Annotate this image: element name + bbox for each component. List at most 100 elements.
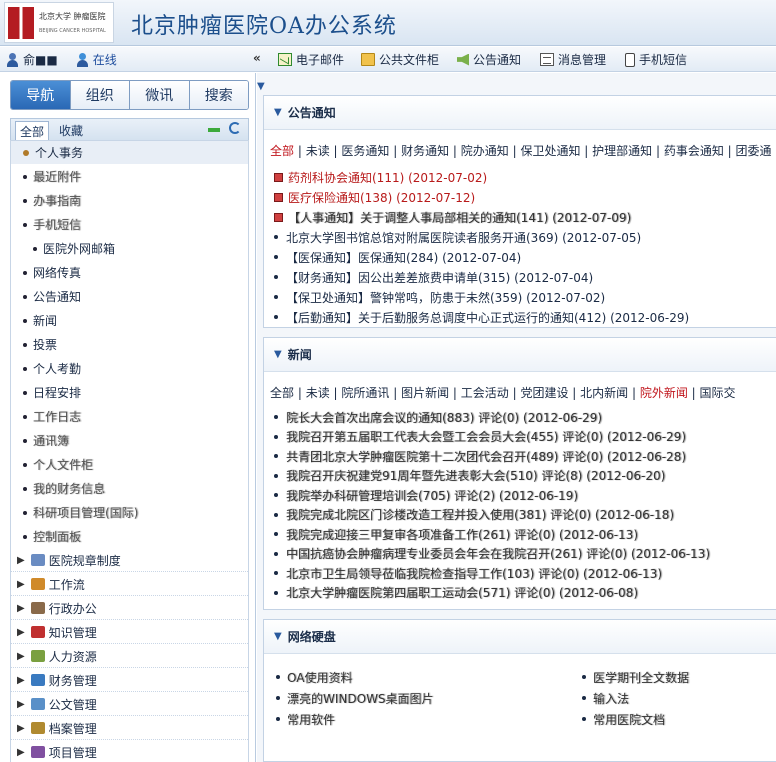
sidebar-item[interactable]: 个人文件柜	[11, 453, 248, 476]
subtab-all[interactable]: 全部	[15, 121, 50, 141]
sidebar-item[interactable]: 医院外网邮箱	[11, 237, 248, 260]
category-link[interactable]: 护理部通知	[592, 144, 652, 158]
online-status[interactable]: 在线	[93, 51, 117, 68]
user-name[interactable]: 俞■■	[23, 51, 58, 68]
collapse-triangle-icon[interactable]: ▼	[274, 107, 282, 118]
tab-micro-message[interactable]: 微讯	[130, 81, 190, 109]
sidebar-item[interactable]: 工作日志	[11, 405, 248, 428]
news-item[interactable]: 我院完成北院区门诊楼改造工程并投入使用(381) 评论(0) (2012-06-…	[274, 506, 769, 524]
sidebar-item[interactable]: ▶ 项目管理	[11, 741, 248, 762]
category-link[interactable]: 未读	[306, 144, 330, 158]
news-panel-header[interactable]: ▼ 新闻	[264, 338, 776, 372]
notice-item[interactable]: 【医保通知】医保通知(284) (2012-07-04)	[274, 248, 769, 266]
refresh-icon[interactable]	[229, 122, 241, 134]
expand-arrow-icon[interactable]: ▶	[17, 747, 25, 758]
sidebar-item[interactable]: 网络传真	[11, 261, 248, 284]
expand-arrow-icon[interactable]: ▶	[17, 723, 25, 734]
news-item[interactable]: 北京市卫生局领导莅临我院检查指导工作(103) 评论(0) (2012-06-1…	[274, 564, 769, 582]
toolbar-sms[interactable]: 手机短信	[625, 51, 687, 68]
news-item[interactable]: 我院召开第五届职工代表大会暨工会会员大会(455) 评论(0) (2012-06…	[274, 428, 769, 446]
category-link[interactable]: 党团建设	[520, 386, 568, 400]
sidebar-item[interactable]: 新闻	[11, 309, 248, 332]
category-link[interactable]: 未读	[306, 386, 330, 400]
category-link[interactable]: 图片新闻	[401, 386, 449, 400]
collapse-triangle-icon[interactable]: ▼	[274, 631, 282, 642]
notice-item[interactable]: 【人事通知】关于调整人事局部相关的通知(141) (2012-07-09)	[274, 208, 769, 226]
tab-organization[interactable]: 组织	[70, 81, 130, 109]
news-item[interactable]: 共青团北京大学肿瘤医院第十二次团代会召开(489) 评论(0) (2012-06…	[274, 447, 769, 465]
news-item[interactable]: 中国抗癌协会肿瘤病理专业委员会年会在我院召开(261) 评论(0) (2012-…	[274, 545, 769, 563]
expand-arrow-icon[interactable]: ▶	[17, 603, 25, 614]
notices-panel-header[interactable]: ▼ 公告通知	[264, 96, 776, 130]
news-item[interactable]: 我院完成迎接三甲复审各项准备工作(261) 评论(0) (2012-06-13)	[274, 525, 769, 543]
notice-item[interactable]: 医疗保险通知(138) (2012-07-12)	[274, 188, 769, 206]
toolbar-public-files[interactable]: 公共文件柜	[361, 51, 439, 68]
sidebar-item[interactable]: 通讯簿	[11, 429, 248, 452]
network-drive-item[interactable]: 输入法	[582, 689, 629, 707]
sidebar-item[interactable]: 控制面板	[11, 525, 248, 548]
news-item[interactable]: 院长大会首次出席会议的通知(883) 评论(0) (2012-06-29)	[274, 408, 769, 426]
sidebar-item[interactable]: 最近附件	[11, 165, 248, 188]
tab-navigation[interactable]: 导航	[11, 81, 71, 109]
sidebar-item[interactable]: 科研项目管理(国际)	[11, 501, 248, 524]
network-drive-item[interactable]: 医学期刊全文数据	[582, 668, 689, 686]
sidebar-item[interactable]: ▶ 医院规章制度	[11, 549, 248, 572]
network-drive-item[interactable]: OA使用资料	[276, 668, 352, 686]
expand-arrow-icon[interactable]: ▶	[17, 675, 25, 686]
sidebar-item[interactable]: ▶ 档案管理	[11, 717, 248, 740]
category-link[interactable]: 全部	[270, 386, 294, 400]
sidebar-item[interactable]: 日程安排	[11, 381, 248, 404]
category-link[interactable]: 财务通知	[401, 144, 449, 158]
subtab-favorites[interactable]: 收藏	[59, 122, 83, 139]
notice-item[interactable]: 【财务通知】因公出差差旅费申请单(315) (2012-07-04)	[274, 268, 769, 286]
notice-item[interactable]: 【后勤通知】关于后勤服务总调度中心正式运行的通知(412) (2012-06-2…	[274, 308, 769, 326]
sidebar-item[interactable]: ▶ 知识管理	[11, 621, 248, 644]
toolbar-email[interactable]: 电子邮件	[278, 51, 344, 68]
sidebar-item[interactable]: ▶ 工作流	[11, 573, 248, 596]
category-link[interactable]: 全部	[270, 144, 294, 158]
category-link[interactable]: 院外新闻	[640, 386, 688, 400]
notice-item[interactable]: 北京大学图书馆总馆对附属医院读者服务开通(369) (2012-07-05)	[274, 228, 769, 246]
news-item[interactable]: 我院召开庆祝建党91周年暨先进表彰大会(510) 评论(8) (2012-06-…	[274, 467, 769, 485]
news-item[interactable]: 我院举办科研管理培训会(705) 评论(2) (2012-06-19)	[274, 486, 769, 504]
sidebar-item[interactable]: 我的财务信息	[11, 477, 248, 500]
expand-arrow-icon[interactable]: ▶	[17, 579, 25, 590]
category-link[interactable]: 药事会通知	[664, 144, 724, 158]
news-item[interactable]: 北京大学肿瘤医院第四届职工运动会(571) 评论(0) (2012-06-08)	[274, 584, 769, 602]
category-link[interactable]: 医务通知	[341, 144, 389, 158]
sidebar-item[interactable]: ▶ 人力资源	[11, 645, 248, 668]
expand-arrow-icon[interactable]: ▶	[17, 627, 25, 638]
network-drive-item[interactable]: 常用医院文档	[582, 710, 665, 728]
collapse-sidebar-button[interactable]: «	[253, 51, 261, 65]
sidebar-item[interactable]: 手机短信	[11, 213, 248, 236]
sidebar-item[interactable]: 公告通知	[11, 285, 248, 308]
category-link[interactable]: 团委通	[736, 144, 772, 158]
expand-arrow-icon[interactable]: ▶	[17, 699, 25, 710]
notice-item[interactable]: 【保卫处通知】警钟常鸣，防患于未然(359) (2012-07-02)	[274, 288, 769, 306]
category-link[interactable]: 工会活动	[461, 386, 509, 400]
sidebar-item[interactable]: 投票	[11, 333, 248, 356]
sidebar-item[interactable]: 个人事务	[11, 141, 248, 164]
notice-item[interactable]: 药剂科协会通知(111) (2012-07-02)	[274, 168, 769, 186]
sidebar-item[interactable]: ▶ 公文管理	[11, 693, 248, 716]
expand-arrow-icon[interactable]: ▶	[17, 555, 25, 566]
collapse-triangle-icon[interactable]: ▼	[274, 349, 282, 360]
toolbar-messages[interactable]: 消息管理	[540, 51, 606, 68]
toolbar-notices[interactable]: 公告通知	[457, 51, 521, 68]
network-drive-item[interactable]: 常用软件	[276, 710, 335, 728]
expand-arrow-icon[interactable]: ▼	[257, 81, 265, 92]
sidebar-item[interactable]: 办事指南	[11, 189, 248, 212]
tab-search[interactable]: 搜索	[189, 81, 248, 109]
sidebar-item[interactable]: ▶ 财务管理	[11, 669, 248, 692]
sidebar-item[interactable]: 个人考勤	[11, 357, 248, 380]
minimize-icon[interactable]	[208, 128, 220, 132]
expand-arrow-icon[interactable]: ▶	[17, 651, 25, 662]
category-link[interactable]: 北内新闻	[580, 386, 628, 400]
category-link[interactable]: 院办通知	[461, 144, 509, 158]
network-panel-header[interactable]: ▼ 网络硬盘	[264, 620, 776, 654]
category-link[interactable]: 院所通讯	[341, 386, 389, 400]
category-link[interactable]: 保卫处通知	[520, 144, 580, 158]
sidebar-item[interactable]: ▶ 行政办公	[11, 597, 248, 620]
network-drive-item[interactable]: 漂亮的WINDOWS桌面图片	[276, 689, 434, 707]
category-link[interactable]: 国际交	[700, 386, 736, 400]
